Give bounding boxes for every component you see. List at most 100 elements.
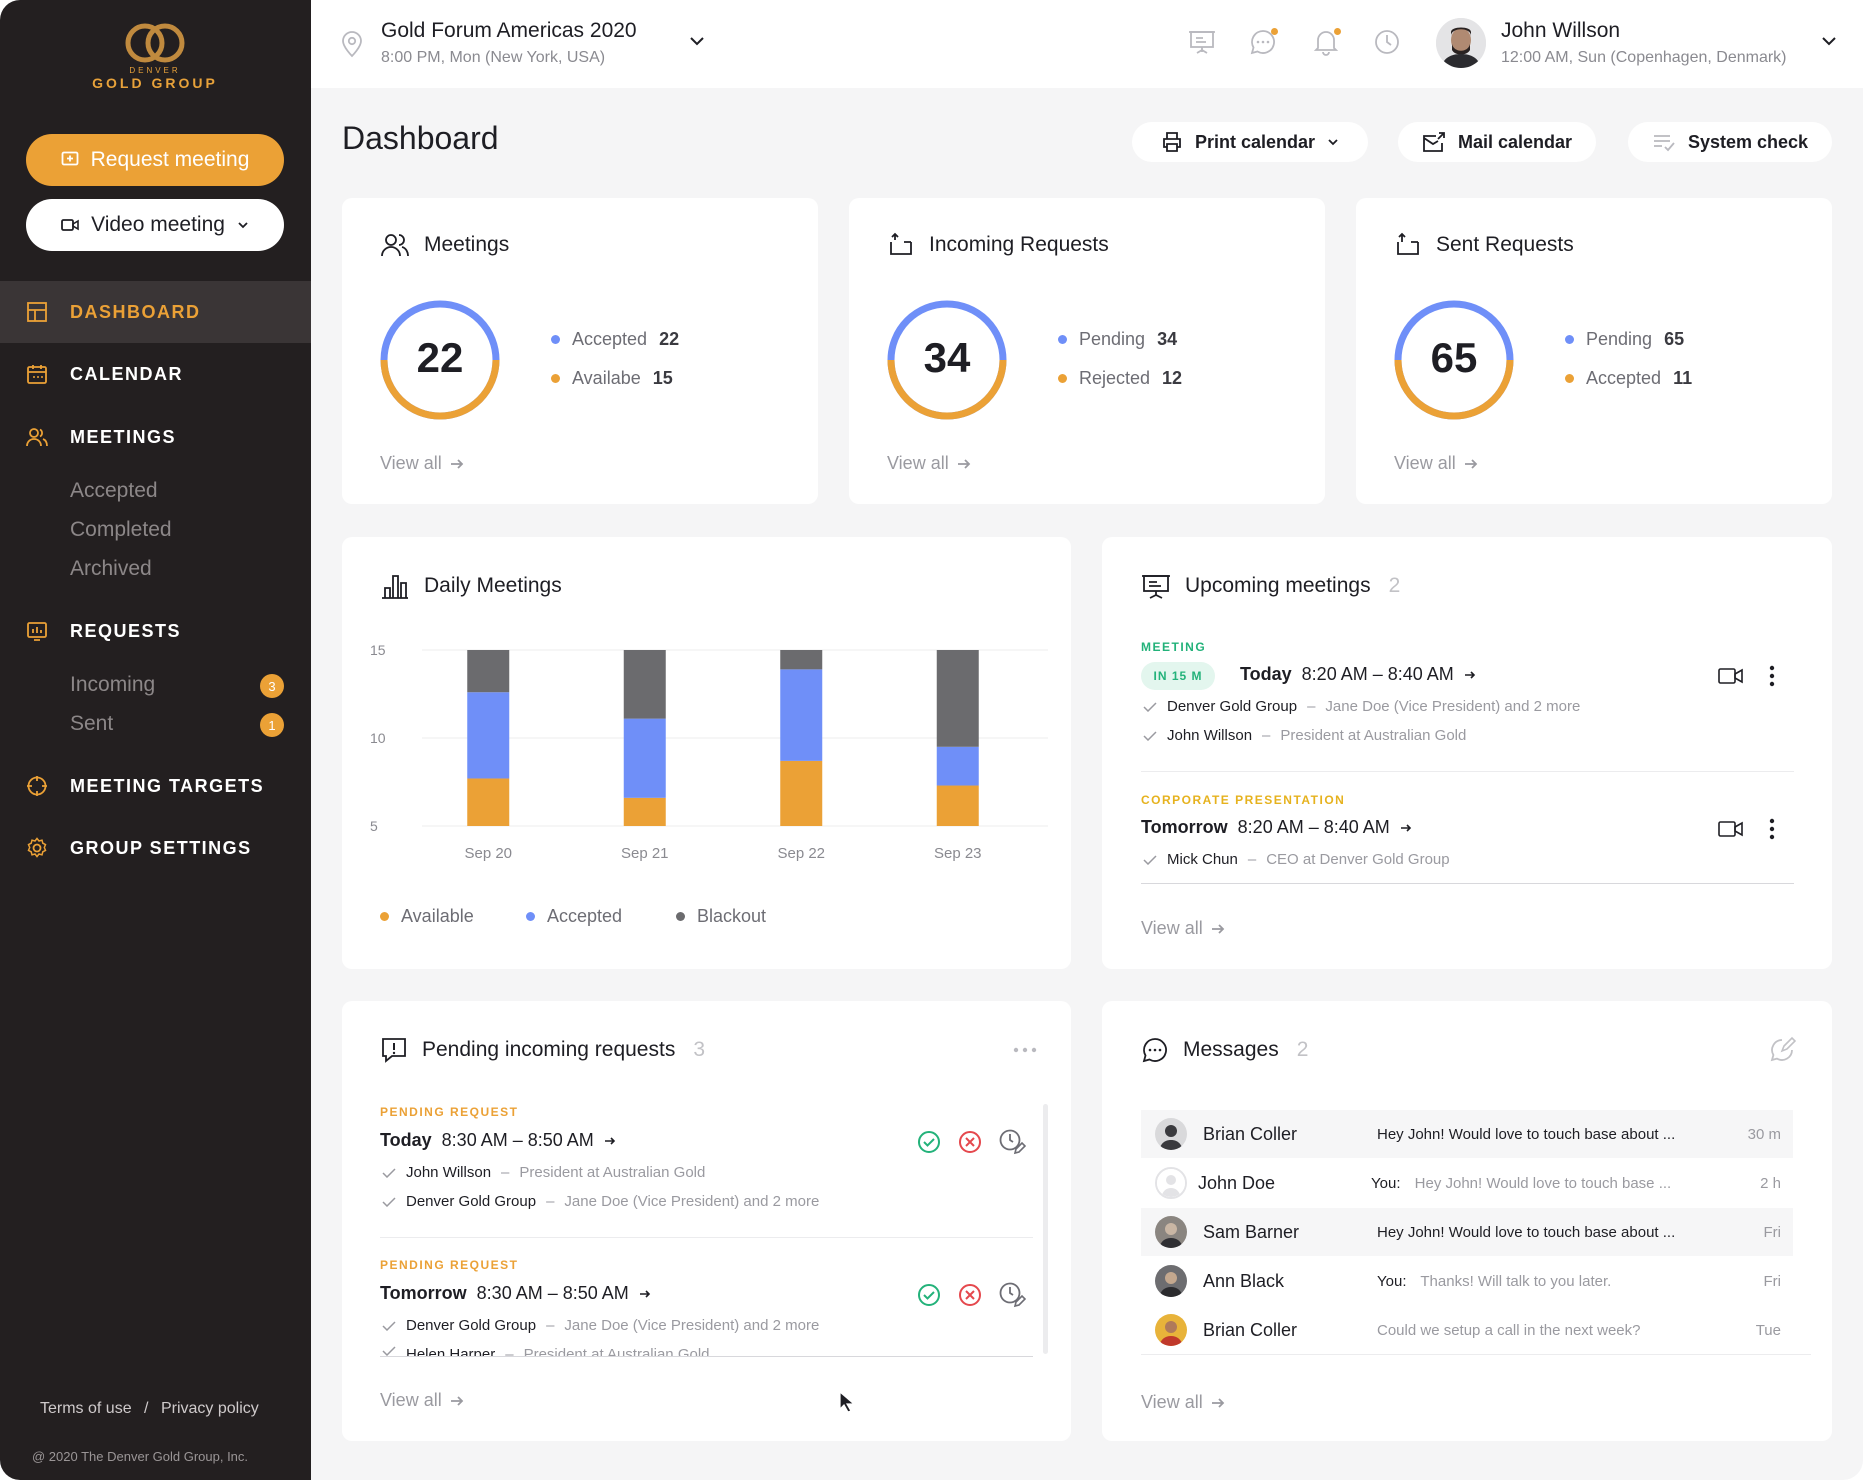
nav-meeting-targets[interactable]: MEETING TARGETS — [0, 755, 311, 817]
message-row[interactable]: John Doe You: Hey John! Would love to to… — [1141, 1159, 1793, 1207]
user-name[interactable]: John Willson — [1501, 19, 1620, 43]
request-meeting-button[interactable]: Request meeting — [26, 134, 284, 186]
time-label: 8:30 AM – 8:50 AM — [476, 1283, 629, 1303]
legend-accepted: Accepted — [526, 906, 622, 927]
view-all-label: View all — [1141, 1392, 1203, 1412]
check-icon — [382, 1167, 396, 1178]
pending-1-attendee-2: Denver Gold Group – Jane Doe (Vice Presi… — [382, 1193, 819, 1210]
sidebar: DENVER GOLD GROUP Request meeting Video … — [0, 0, 311, 1480]
legend-label: Availabe — [572, 368, 641, 388]
reschedule-clock-icon[interactable] — [998, 1128, 1026, 1156]
nav-meetings-accepted[interactable]: Accepted — [70, 479, 158, 503]
video-camera-icon[interactable] — [1718, 666, 1744, 686]
message-text: Could we setup a call in the next week? — [1377, 1321, 1641, 1339]
legend-label: Pending — [1079, 329, 1146, 349]
pending-title-text: Pending incoming requests — [422, 1038, 676, 1061]
incoming-view-all[interactable]: View all — [887, 453, 971, 474]
incoming-total: 34 — [923, 334, 971, 381]
accept-check-icon[interactable] — [917, 1283, 941, 1307]
message-row[interactable]: Brian Coller Could we setup a call in th… — [1141, 1306, 1793, 1354]
pending-view-all[interactable]: View all — [380, 1390, 464, 1411]
attendee-sep: – — [546, 1193, 555, 1210]
nav-requests-incoming[interactable]: Incoming — [70, 673, 155, 697]
message-preview: Hey John! Would love to touch base about… — [1377, 1224, 1675, 1241]
sent-view-all[interactable]: View all — [1394, 453, 1478, 474]
pending-1-time[interactable]: Today 8:30 AM – 8:50 AM — [380, 1130, 616, 1151]
nav-meetings[interactable]: MEETINGS — [0, 406, 311, 468]
nav-calendar[interactable]: CALENDAR — [0, 343, 311, 405]
avatar-image — [1155, 1118, 1187, 1150]
presentation-button[interactable] — [1188, 28, 1216, 61]
system-check-button[interactable]: System check — [1628, 122, 1832, 162]
reject-x-icon[interactable] — [958, 1130, 982, 1154]
upcoming-meetings-title: Upcoming meetings 2 — [1141, 572, 1400, 600]
chevron-down-icon — [1328, 139, 1338, 146]
message-preview: Could we setup a call in the next week? — [1377, 1322, 1641, 1339]
message-row[interactable]: Sam Barner Hey John! Would love to touch… — [1141, 1208, 1793, 1256]
event-name[interactable]: Gold Forum Americas 2020 — [381, 19, 637, 43]
user-chevron-down-icon[interactable] — [1821, 36, 1837, 46]
y-tick-label: 10 — [370, 730, 386, 746]
meetings-view-all[interactable]: View all — [380, 453, 464, 474]
avatar — [1155, 1265, 1187, 1297]
logo[interactable]: DENVER GOLD GROUP — [90, 18, 220, 98]
mail-calendar-button[interactable]: Mail calendar — [1398, 122, 1596, 162]
upcoming-count: 2 — [1388, 574, 1401, 597]
more-horizontal-icon[interactable] — [1012, 1046, 1038, 1054]
more-vertical-icon[interactable] — [1768, 664, 1776, 688]
privacy-link[interactable]: Privacy policy — [161, 1400, 259, 1417]
corporate-presentation-tag: CORPORATE PRESENTATION — [1141, 793, 1346, 807]
pending-scrollbar[interactable] — [1043, 1104, 1048, 1354]
history-button[interactable] — [1373, 28, 1401, 61]
user-avatar[interactable] — [1436, 18, 1486, 68]
chat-button[interactable] — [1249, 28, 1278, 61]
nav-requests-sent[interactable]: Sent — [70, 712, 113, 736]
messages-view-all[interactable]: View all — [1141, 1392, 1225, 1413]
nav-group-settings[interactable]: GROUP SETTINGS — [0, 817, 311, 879]
attendee-role: Jane Doe (Vice President) and 2 more — [564, 1317, 820, 1334]
message-preview: You: Hey John! Would love to touch base … — [1371, 1175, 1671, 1192]
attendee-sep: – — [505, 1346, 514, 1356]
blue-dot — [1058, 335, 1067, 344]
sent-card-title-text: Sent Requests — [1436, 233, 1574, 256]
nav-meetings-archived[interactable]: Archived — [70, 557, 152, 581]
video-meeting-button[interactable]: Video meeting — [26, 199, 284, 251]
mail-export-icon — [1423, 132, 1445, 152]
upcoming-view-all[interactable]: View all — [1141, 918, 1225, 939]
upcoming-1-time[interactable]: Today 8:20 AM – 8:40 AM — [1240, 664, 1476, 685]
y-tick-label: 15 — [370, 642, 386, 658]
attendee-name: Denver Gold Group — [406, 1317, 537, 1334]
legend-blackout: Blackout — [676, 906, 766, 927]
blue-dot — [551, 335, 560, 344]
message-row[interactable]: Ann Black You: Thanks! Will talk to you … — [1141, 1257, 1793, 1305]
attendee-role: President at Australian Gold — [519, 1164, 706, 1181]
page-title: Dashboard — [342, 120, 499, 156]
message-row[interactable]: Brian Coller Hey John! Would love to tou… — [1141, 1110, 1793, 1158]
nav-dashboard[interactable]: DASHBOARD — [0, 281, 311, 343]
bar-segment-blackout — [623, 650, 666, 719]
x-tick-label: Sep 22 — [777, 845, 825, 862]
pending-request-tag: PENDING REQUEST — [380, 1105, 519, 1119]
pending-1-attendee-1: John Willson – President at Australian G… — [382, 1164, 705, 1181]
legend-label: Accepted — [1586, 368, 1662, 388]
nav-requests[interactable]: REQUESTS — [0, 600, 311, 662]
bar-segment-blackout — [936, 650, 979, 747]
reschedule-clock-icon[interactable] — [998, 1281, 1026, 1309]
pending-2-time[interactable]: Tomorrow 8:30 AM – 8:50 AM — [380, 1283, 651, 1304]
message-text: Hey John! Would love to touch base about… — [1377, 1223, 1676, 1241]
upcoming-2-time[interactable]: Tomorrow 8:20 AM – 8:40 AM — [1141, 817, 1412, 838]
compose-message-icon[interactable] — [1768, 1036, 1796, 1064]
terms-link[interactable]: Terms of use — [40, 1400, 132, 1417]
nav-meetings-completed[interactable]: Completed — [70, 518, 172, 542]
view-all-label: View all — [1141, 918, 1203, 938]
accept-check-icon[interactable] — [917, 1130, 941, 1154]
video-camera-icon[interactable] — [1718, 819, 1744, 839]
view-all-label: View all — [1394, 453, 1456, 473]
reject-x-icon[interactable] — [958, 1283, 982, 1307]
notifications-button[interactable] — [1312, 28, 1341, 61]
print-calendar-button[interactable]: Print calendar — [1132, 122, 1368, 162]
nav-meetings-label: MEETINGS — [70, 426, 177, 447]
event-chevron-down-icon[interactable] — [689, 36, 705, 46]
meetings-available-row: Availabe 15 — [551, 368, 673, 389]
more-vertical-icon[interactable] — [1768, 817, 1776, 841]
